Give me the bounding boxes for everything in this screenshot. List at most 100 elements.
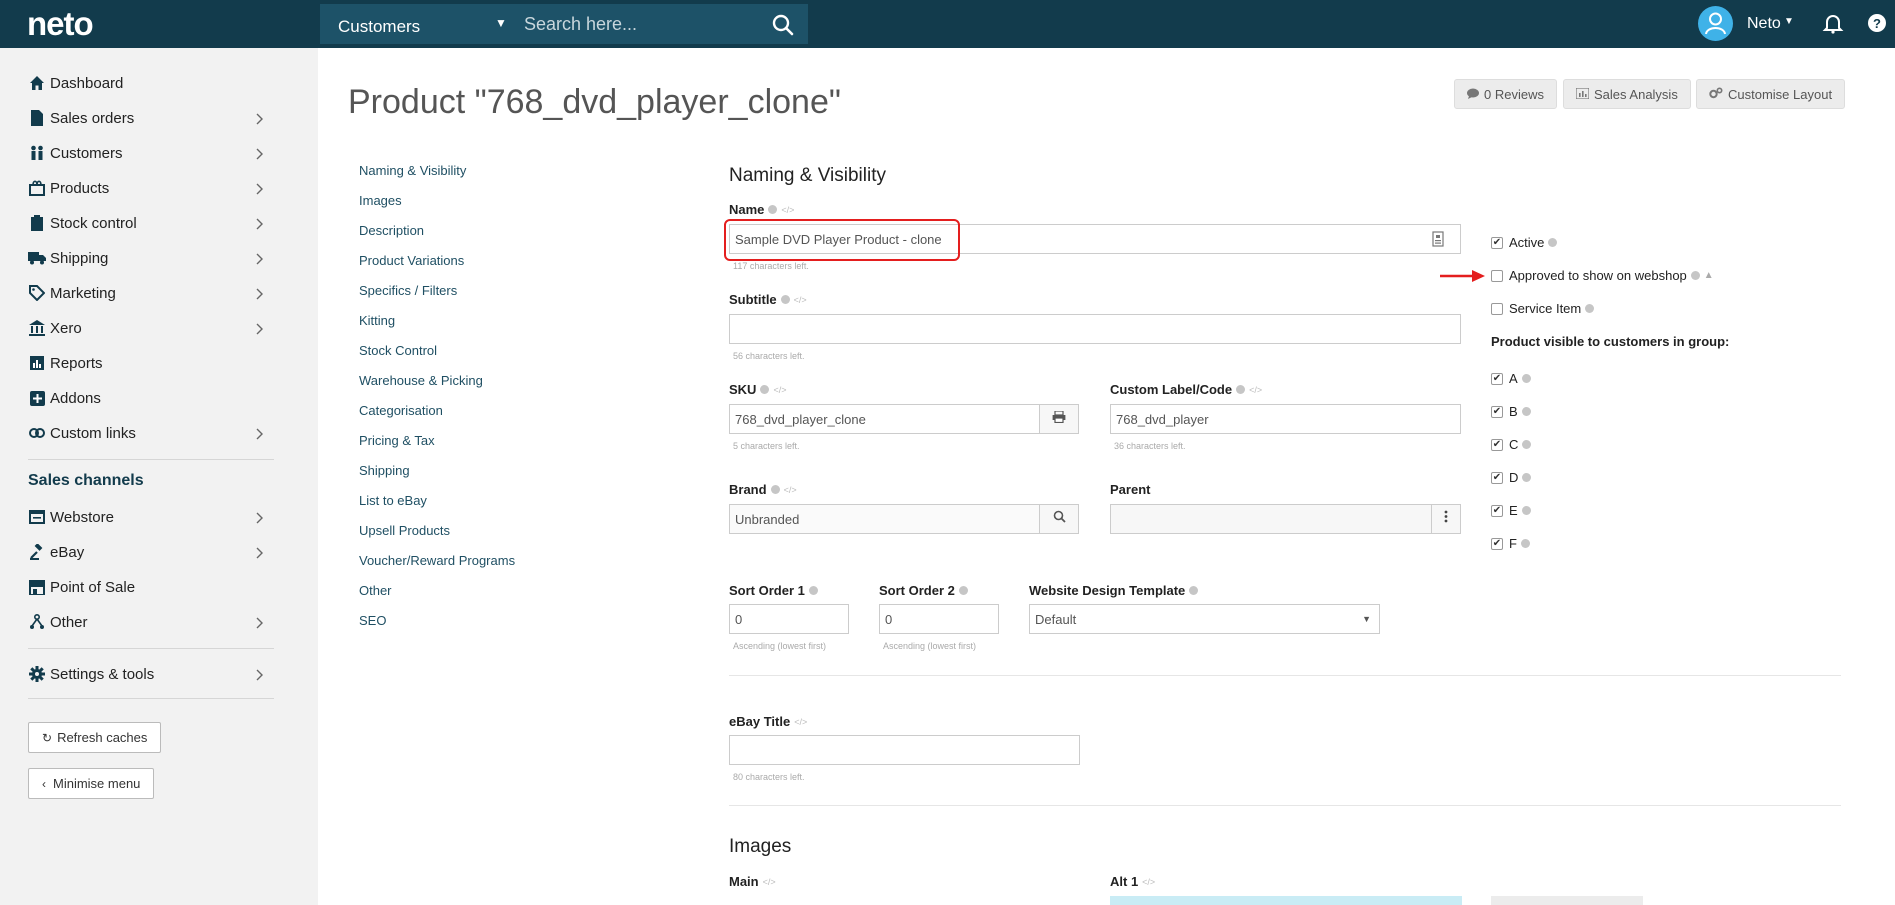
- warning-icon[interactable]: ▲: [1704, 270, 1714, 281]
- approved-webshop-checkbox[interactable]: [1491, 270, 1503, 282]
- print-label-button[interactable]: [1039, 404, 1079, 434]
- caret-down-icon[interactable]: ▼: [1784, 16, 1794, 27]
- brand-input[interactable]: [729, 504, 1040, 534]
- group-c-label-text: C: [1509, 437, 1519, 452]
- parent-options-button[interactable]: [1431, 504, 1461, 534]
- help-icon[interactable]: ?: [1866, 12, 1888, 34]
- section-link-description[interactable]: Description: [359, 223, 424, 238]
- info-icon[interactable]: [1522, 440, 1532, 449]
- sidebar-item-customers[interactable]: Customers: [28, 138, 274, 168]
- search-input[interactable]: [524, 4, 769, 44]
- sidebar-item-addons[interactable]: Addons: [28, 383, 274, 413]
- sidebar-item-webstore[interactable]: Webstore: [28, 502, 274, 532]
- customise-layout-button[interactable]: Customise Layout: [1696, 79, 1846, 109]
- chevron-right-icon: [254, 217, 264, 230]
- sidebar-item-other[interactable]: Other: [28, 607, 274, 637]
- section-link-stock-control[interactable]: Stock Control: [359, 343, 437, 358]
- info-icon[interactable]: [1521, 374, 1531, 383]
- info-icon[interactable]: [768, 205, 778, 214]
- caret-down-icon[interactable]: ▼: [495, 16, 507, 30]
- sort-order-2-input[interactable]: [879, 604, 999, 634]
- alt1-image-dropzone[interactable]: [1110, 896, 1462, 905]
- info-icon[interactable]: [1521, 407, 1531, 416]
- sidebar-item-label: Point of Sale: [50, 578, 136, 596]
- sidebar-item-custom-links[interactable]: Custom links: [28, 418, 274, 448]
- section-link-list-to-ebay[interactable]: List to eBay: [359, 493, 427, 508]
- section-link-product-variations[interactable]: Product Variations: [359, 253, 464, 268]
- group-d-checkbox[interactable]: ✔: [1491, 472, 1503, 484]
- section-link-kitting[interactable]: Kitting: [359, 313, 395, 328]
- sidebar-item-dashboard[interactable]: Dashboard: [28, 68, 274, 98]
- section-link-categorisation[interactable]: Categorisation: [359, 403, 443, 418]
- group-e-checkbox[interactable]: ✔: [1491, 505, 1503, 517]
- sort-order-1-input[interactable]: [729, 604, 849, 634]
- section-link-pricing-tax[interactable]: Pricing & Tax: [359, 433, 435, 448]
- user-avatar-icon[interactable]: [1698, 6, 1733, 41]
- minimise-menu-button[interactable]: ‹ Minimise menu: [28, 768, 155, 799]
- sidebar-item-settings-tools[interactable]: Settings & tools: [28, 659, 274, 689]
- sidebar-item-marketing[interactable]: Marketing: [28, 278, 274, 308]
- section-link-upsell-products[interactable]: Upsell Products: [359, 523, 450, 538]
- info-icon[interactable]: [958, 586, 968, 595]
- info-icon[interactable]: [1522, 473, 1532, 482]
- group-b-checkbox[interactable]: ✔: [1491, 406, 1503, 418]
- sidebar-item-products[interactable]: Products: [28, 173, 274, 203]
- section-link-shipping[interactable]: Shipping: [359, 463, 410, 478]
- section-link-specifics-filters[interactable]: Specifics / Filters: [359, 283, 457, 298]
- section-link-warehouse-picking[interactable]: Warehouse & Picking: [359, 373, 483, 388]
- group-a-checkbox[interactable]: ✔: [1491, 373, 1503, 385]
- bell-icon[interactable]: [1822, 12, 1844, 34]
- info-icon[interactable]: [1521, 506, 1531, 515]
- sidebar-item-shipping[interactable]: Shipping: [28, 243, 274, 273]
- active-checkbox[interactable]: ✔: [1491, 237, 1503, 249]
- sidebar-item-label: Products: [50, 179, 110, 197]
- search-scope-select[interactable]: Customers: [338, 17, 420, 37]
- sidebar-item-xero[interactable]: Xero: [28, 313, 274, 343]
- group-c-checkbox[interactable]: ✔: [1491, 439, 1503, 451]
- ebay-title-label-text: eBay Title: [729, 714, 791, 729]
- svg-text:?: ?: [1873, 16, 1881, 31]
- group-b-label-text: B: [1509, 404, 1518, 419]
- neto-logo[interactable]: neto: [27, 5, 94, 43]
- section-link-seo[interactable]: SEO: [359, 613, 386, 628]
- section-link-naming-visibility[interactable]: Naming & Visibility: [359, 163, 466, 178]
- user-menu[interactable]: Neto: [1747, 15, 1781, 33]
- section-link-images[interactable]: Images: [359, 193, 402, 208]
- parent-input[interactable]: [1110, 504, 1432, 534]
- info-icon[interactable]: [1236, 385, 1246, 394]
- group-f-checkbox[interactable]: ✔: [1491, 538, 1503, 550]
- sidebar-item-reports[interactable]: Reports: [28, 348, 274, 378]
- sidebar-item-ebay[interactable]: eBay: [28, 537, 274, 567]
- info-icon[interactable]: [1548, 238, 1558, 247]
- info-icon[interactable]: [808, 586, 818, 595]
- sidebar-item-sales-orders[interactable]: Sales orders: [28, 103, 274, 133]
- reviews-button[interactable]: 0 Reviews: [1454, 79, 1557, 109]
- info-icon[interactable]: [1189, 586, 1199, 595]
- refresh-caches-button[interactable]: ↻ Refresh caches: [28, 722, 162, 753]
- ebay-title-input[interactable]: [729, 735, 1080, 765]
- info-icon[interactable]: [780, 295, 790, 304]
- info-icon[interactable]: [1585, 304, 1595, 313]
- info-icon[interactable]: [770, 485, 780, 494]
- code-icon: </>: [773, 384, 787, 395]
- section-link-other[interactable]: Other: [359, 583, 392, 598]
- service-item-checkbox[interactable]: [1491, 303, 1503, 315]
- sku-input[interactable]: [729, 404, 1040, 434]
- brand-search-button[interactable]: [1039, 504, 1079, 534]
- brand-label-text: Brand: [729, 482, 767, 497]
- id-card-icon[interactable]: [1432, 231, 1444, 247]
- search-icon[interactable]: [770, 12, 796, 38]
- sidebar-item-stock-control[interactable]: Stock control: [28, 208, 274, 238]
- bank-icon: [28, 319, 46, 337]
- gavel-icon: [28, 543, 46, 561]
- sidebar-item-point-of-sale[interactable]: Point of Sale: [28, 572, 274, 602]
- sales-analysis-button[interactable]: Sales Analysis: [1563, 79, 1691, 109]
- section-link-voucher-reward[interactable]: Voucher/Reward Programs: [359, 553, 515, 568]
- website-template-select[interactable]: Default ▼: [1029, 604, 1380, 634]
- custom-label-input[interactable]: [1110, 404, 1461, 434]
- image-upload-button[interactable]: [1491, 896, 1643, 905]
- info-icon[interactable]: [760, 385, 770, 394]
- subtitle-input[interactable]: [729, 314, 1461, 344]
- info-icon[interactable]: [1520, 539, 1530, 548]
- info-icon[interactable]: [1690, 271, 1700, 280]
